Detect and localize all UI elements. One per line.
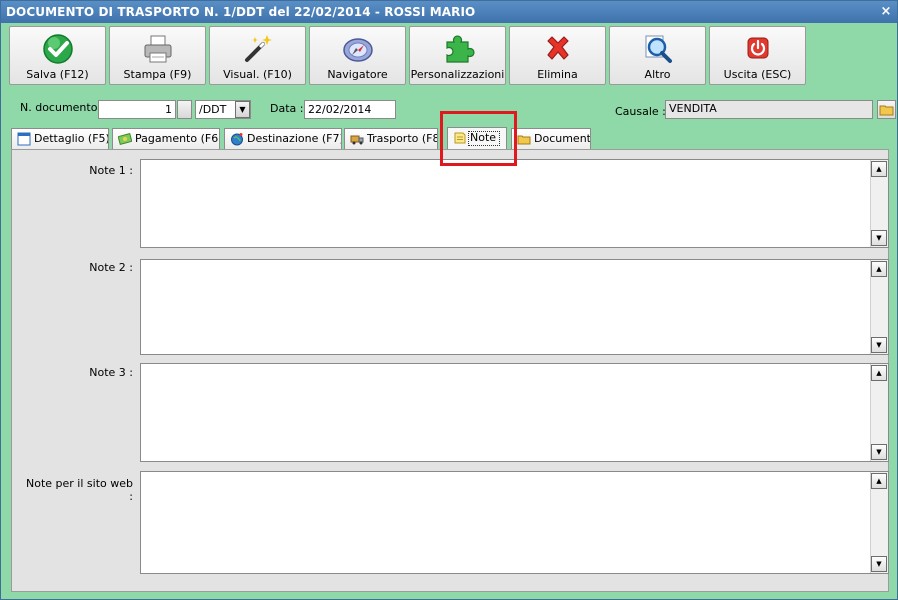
save-button[interactable]: Salva (F12): [9, 26, 106, 85]
power-icon: [747, 37, 769, 59]
magnifier-icon: [645, 35, 672, 63]
date-input[interactable]: 22/02/2014: [304, 100, 396, 119]
chevron-down-icon[interactable]: ▼: [235, 101, 250, 118]
note1-label: Note 1 :: [89, 164, 133, 177]
notes-panel: Note 1 : ▲ ▼ Note 2 : ▲ ▼ Note 3 : ▲ ▼ N…: [11, 149, 889, 592]
note2-label: Note 2 :: [89, 261, 133, 274]
folder-icon: [879, 105, 894, 116]
note1-textarea[interactable]: ▲ ▼: [140, 159, 889, 248]
tab-pagamento[interactable]: Pagamento (F6): [112, 128, 220, 149]
tab-destinazione[interactable]: Destinazione (F7): [224, 128, 342, 149]
folder-icon: [517, 135, 531, 145]
scroll-down-icon[interactable]: ▼: [871, 444, 887, 460]
title-bar: DOCUMENTO DI TRASPORTO N. 1/DDT del 22/0…: [1, 1, 897, 23]
tab-highlight-box: [440, 111, 517, 166]
doc-number-label: N. documento :: [20, 101, 105, 114]
doc-number-input[interactable]: 1: [98, 100, 176, 119]
close-icon[interactable]: ×: [879, 5, 893, 19]
truck-icon: [350, 135, 364, 145]
series-value: /DDT: [199, 103, 227, 116]
tab-destinazione-label: Destinazione (F7): [247, 132, 342, 145]
tab-trasporto[interactable]: Trasporto (F8): [344, 128, 438, 149]
web-notes-textarea[interactable]: ▲ ▼: [140, 471, 889, 574]
note3-label: Note 3 :: [89, 366, 133, 379]
delete-x-icon: [547, 36, 569, 60]
scroll-down-icon[interactable]: ▼: [871, 556, 887, 572]
note1-scrollbar[interactable]: ▲ ▼: [870, 160, 888, 247]
scroll-up-icon[interactable]: ▲: [871, 473, 887, 489]
window-icon: [17, 132, 31, 146]
save-button-label: Salva (F12): [26, 68, 89, 81]
scroll-down-icon[interactable]: ▼: [871, 337, 887, 353]
scroll-up-icon[interactable]: ▲: [871, 261, 887, 277]
note3-textarea[interactable]: ▲ ▼: [140, 363, 889, 462]
compass-icon: [343, 38, 373, 62]
exit-button[interactable]: Uscita (ESC): [709, 26, 806, 85]
puzzle-icon: [446, 35, 475, 63]
customizations-button[interactable]: Personalizzazioni: [409, 26, 506, 85]
save-check-icon: [43, 34, 73, 64]
money-icon: [118, 132, 132, 146]
web-notes-scrollbar[interactable]: ▲ ▼: [870, 472, 888, 573]
scroll-down-icon[interactable]: ▼: [871, 230, 887, 246]
window-title: DOCUMENTO DI TRASPORTO N. 1/DDT del 22/0…: [6, 5, 476, 19]
tab-pagamento-label: Pagamento (F6): [135, 132, 220, 145]
print-button-label: Stampa (F9): [123, 68, 192, 81]
preview-button-label: Visual. (F10): [223, 68, 292, 81]
date-label: Data :: [270, 102, 304, 115]
web-notes-label: Note per il sito web :: [26, 477, 133, 503]
other-button[interactable]: Altro: [609, 26, 706, 85]
printer-icon: [144, 35, 172, 63]
navigator-button-label: Navigatore: [327, 68, 388, 81]
navigator-button[interactable]: Navigatore: [309, 26, 406, 85]
scroll-up-icon[interactable]: ▲: [871, 161, 887, 177]
causale-lookup-button[interactable]: [877, 100, 896, 119]
scroll-up-icon[interactable]: ▲: [871, 365, 887, 381]
note3-scrollbar[interactable]: ▲ ▼: [870, 364, 888, 461]
tab-documenti-label: Documenti: [534, 132, 591, 145]
exit-button-label: Uscita (ESC): [723, 68, 792, 81]
other-button-label: Altro: [644, 68, 671, 81]
doc-number-spinner[interactable]: [177, 100, 192, 119]
causale-field[interactable]: VENDITA: [665, 100, 873, 119]
magic-wand-icon: [245, 35, 272, 62]
print-button[interactable]: Stampa (F9): [109, 26, 206, 85]
tab-documenti[interactable]: Documenti: [511, 128, 591, 149]
tab-trasporto-label: Trasporto (F8): [367, 132, 438, 145]
causale-label: Causale :: [615, 105, 666, 118]
ddt-window: DOCUMENTO DI TRASPORTO N. 1/DDT del 22/0…: [0, 0, 898, 600]
tab-dettaglio-label: Dettaglio (F5): [34, 132, 109, 145]
delete-button[interactable]: Elimina: [509, 26, 606, 85]
series-select[interactable]: /DDT ▼: [195, 100, 251, 119]
note2-textarea[interactable]: ▲ ▼: [140, 259, 889, 355]
delete-button-label: Elimina: [537, 68, 578, 81]
tab-dettaglio[interactable]: Dettaglio (F5): [11, 128, 109, 149]
note2-scrollbar[interactable]: ▲ ▼: [870, 260, 888, 354]
preview-button[interactable]: Visual. (F10): [209, 26, 306, 85]
globe-icon: [231, 133, 243, 146]
customizations-button-label: Personalizzazioni: [410, 68, 505, 81]
